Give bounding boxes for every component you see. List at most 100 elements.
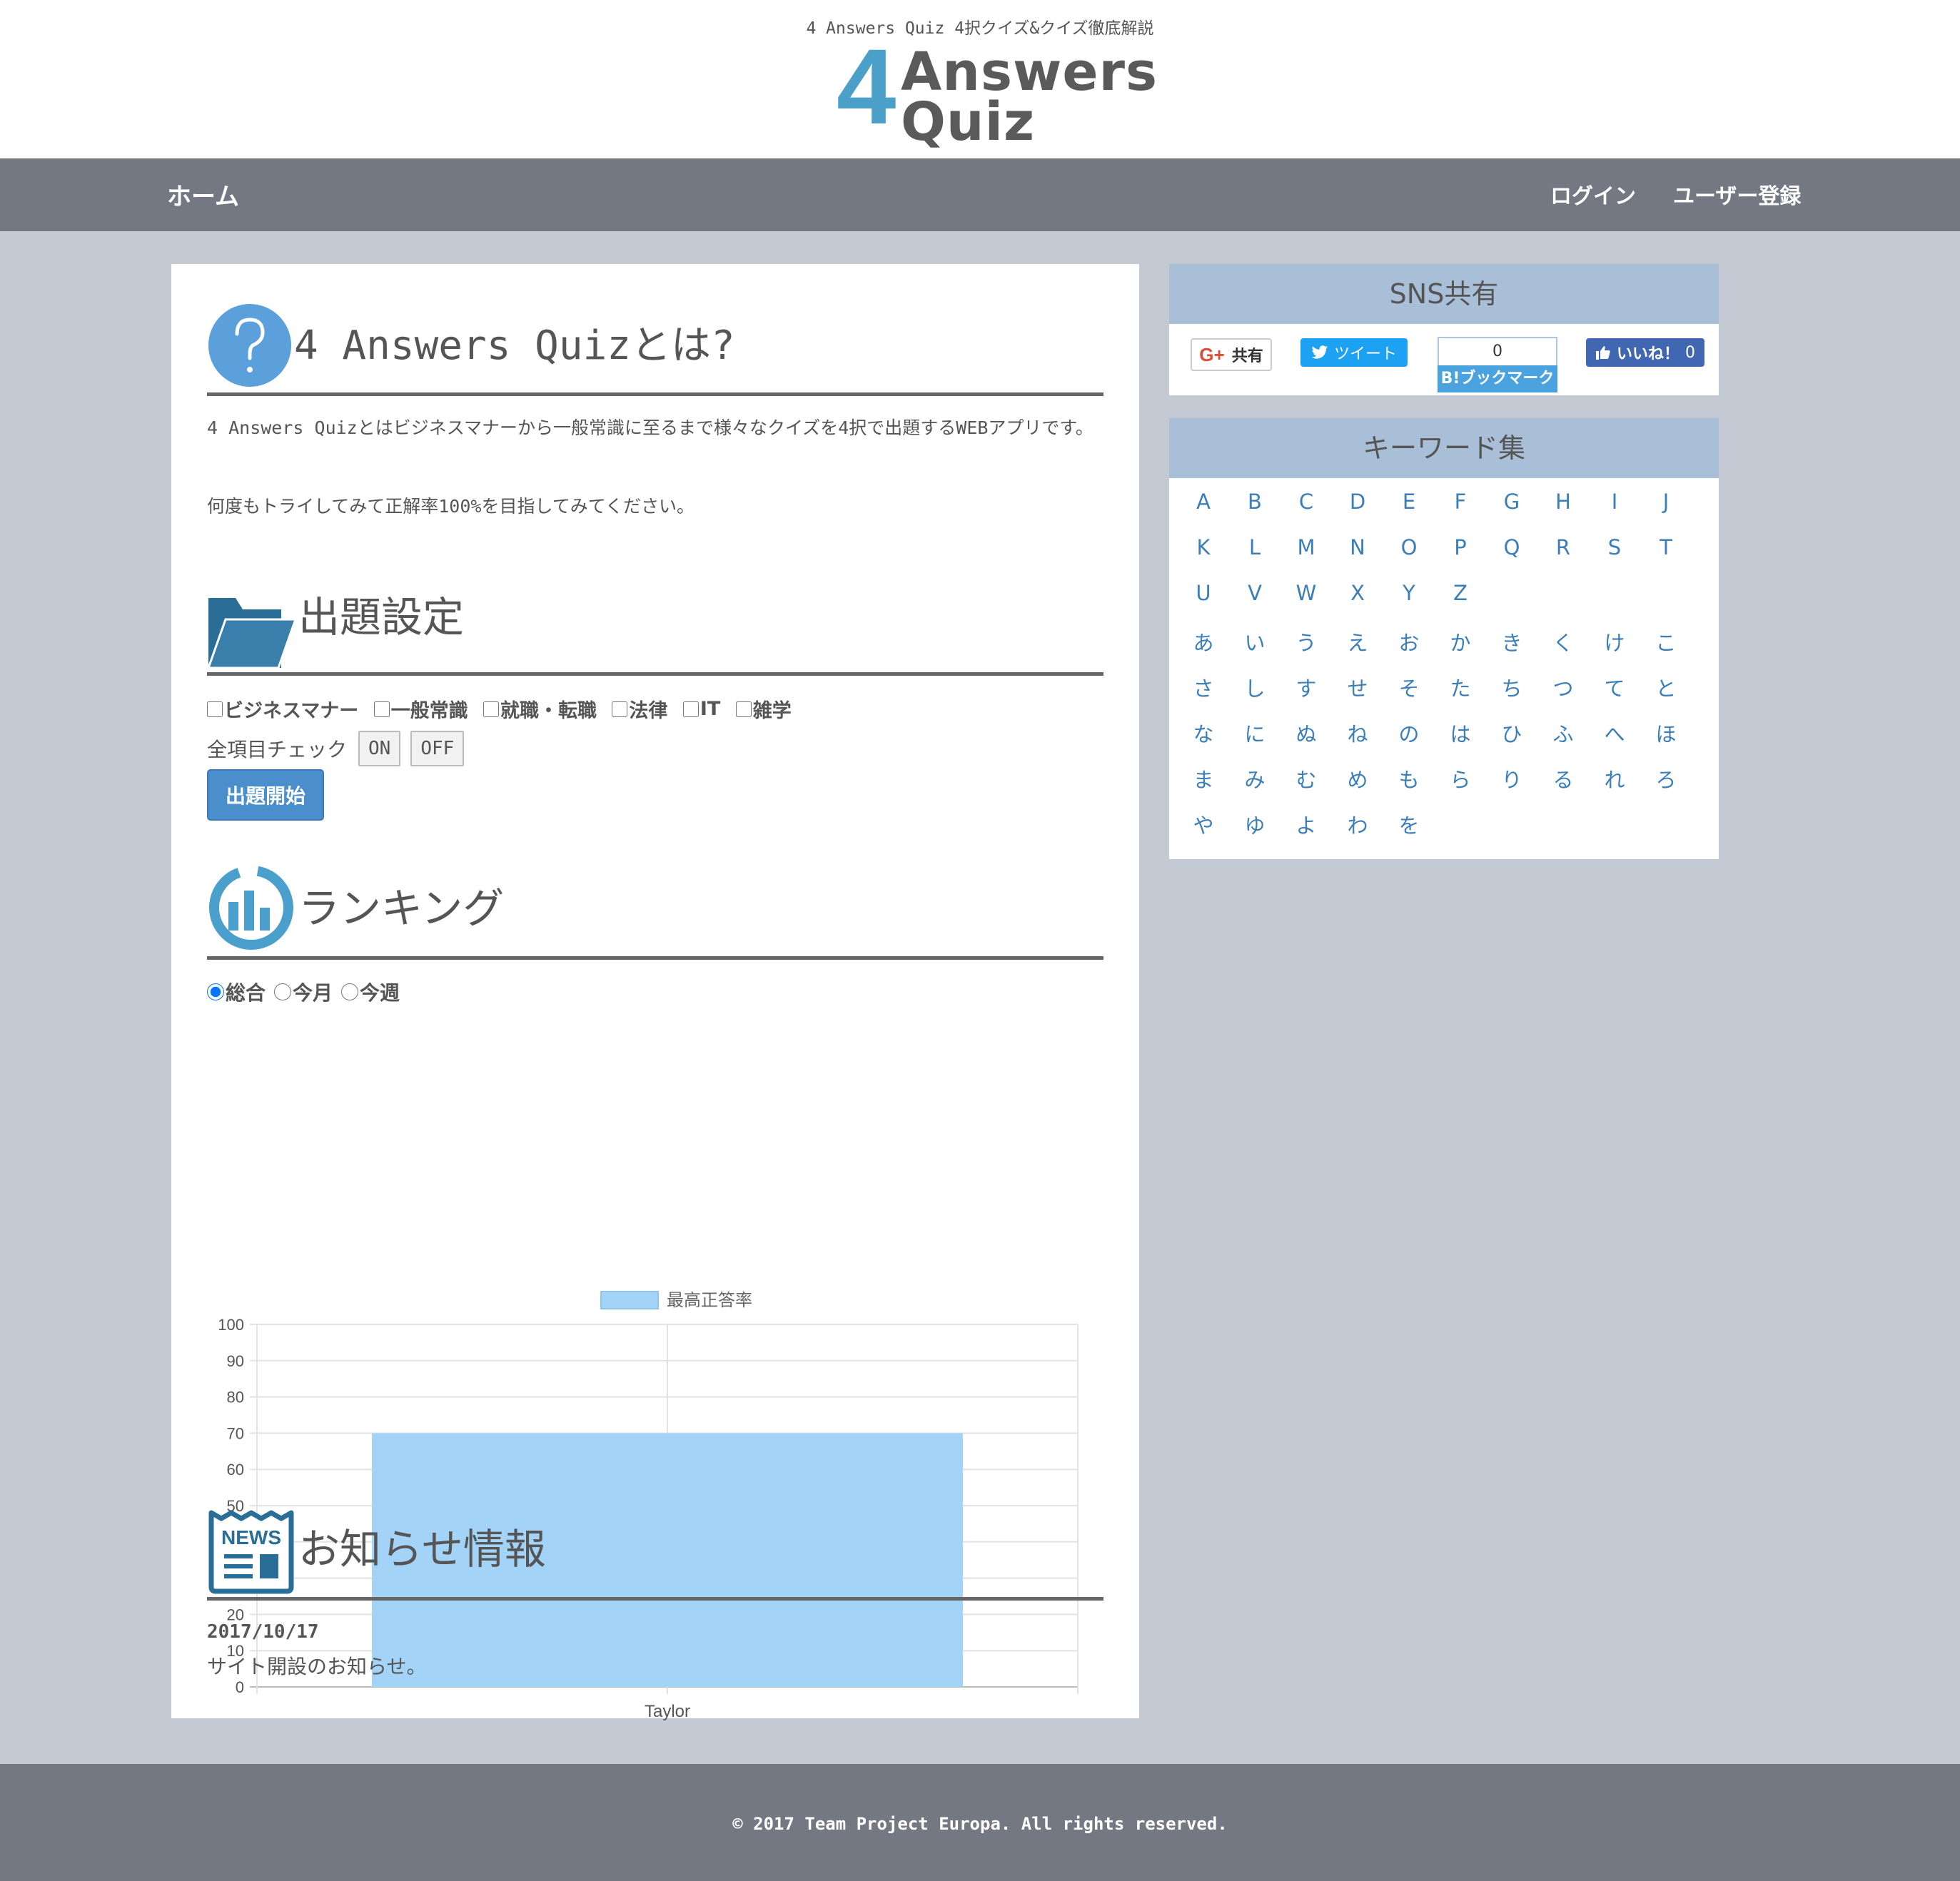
keyword-link[interactable]: え <box>1336 627 1379 656</box>
hatena-bookmark-button[interactable]: 0 B!ブックマーク <box>1438 337 1557 394</box>
keyword-link[interactable]: ふ <box>1542 718 1585 748</box>
keyword-link[interactable]: Y <box>1388 581 1430 605</box>
category-general-knowledge[interactable]: 一般常識 <box>373 695 468 723</box>
keyword-link[interactable]: B <box>1233 490 1276 514</box>
category-it[interactable]: IT <box>682 698 720 720</box>
keyword-link[interactable]: U <box>1182 581 1225 605</box>
keyword-link[interactable]: す <box>1285 672 1328 702</box>
keyword-link[interactable]: R <box>1542 535 1585 559</box>
keyword-link[interactable]: S <box>1593 535 1636 559</box>
keyword-link[interactable]: Z <box>1439 581 1482 605</box>
keyword-link[interactable]: ぬ <box>1285 718 1328 748</box>
keyword-link[interactable]: あ <box>1182 627 1225 656</box>
keyword-link[interactable]: み <box>1233 764 1276 794</box>
keyword-link[interactable]: ゆ <box>1233 809 1276 839</box>
category-checkbox[interactable] <box>682 701 699 717</box>
keyword-link[interactable]: P <box>1439 535 1482 559</box>
keyword-link[interactable]: ら <box>1439 764 1482 794</box>
keyword-link[interactable]: G <box>1490 490 1533 514</box>
period-radio[interactable] <box>207 983 224 1000</box>
keyword-link[interactable]: E <box>1388 490 1430 514</box>
keyword-link[interactable]: ね <box>1336 718 1379 748</box>
keyword-link[interactable]: ほ <box>1645 718 1687 748</box>
keyword-link[interactable]: を <box>1388 809 1430 839</box>
keyword-link[interactable]: ひ <box>1490 718 1533 748</box>
keyword-link[interactable]: T <box>1645 535 1687 559</box>
keyword-link[interactable]: つ <box>1542 672 1585 702</box>
nav-login-link[interactable]: ログイン <box>1550 178 1636 210</box>
category-law[interactable]: 法律 <box>612 695 667 723</box>
keyword-link[interactable]: よ <box>1285 809 1328 839</box>
keyword-link[interactable]: I <box>1593 490 1636 514</box>
keyword-link[interactable]: む <box>1285 764 1328 794</box>
category-checkbox[interactable] <box>735 701 752 717</box>
keyword-link[interactable]: く <box>1542 627 1585 656</box>
keyword-link[interactable]: Q <box>1490 535 1533 559</box>
keyword-link[interactable]: ろ <box>1645 764 1687 794</box>
keyword-link[interactable]: な <box>1182 718 1225 748</box>
keyword-link[interactable]: る <box>1542 764 1585 794</box>
period-this-month[interactable]: 今月 <box>274 978 333 1006</box>
site-logo[interactable]: 4 Answers Quiz <box>837 33 1157 148</box>
keyword-link[interactable]: J <box>1645 490 1687 514</box>
news-item-text[interactable]: サイト開設のお知らせ。 <box>207 1651 426 1680</box>
keyword-link[interactable]: H <box>1542 490 1585 514</box>
category-checkbox[interactable] <box>483 701 500 717</box>
facebook-like-button[interactable]: いいね！ 0 <box>1586 338 1704 367</box>
keyword-link[interactable]: か <box>1439 627 1482 656</box>
check-all-on-button[interactable]: ON <box>358 731 401 766</box>
keyword-link[interactable]: せ <box>1336 672 1379 702</box>
keyword-link[interactable]: L <box>1233 535 1276 559</box>
tweet-button[interactable]: ツイート <box>1300 338 1408 367</box>
keyword-link[interactable]: C <box>1285 490 1328 514</box>
keyword-link[interactable]: N <box>1336 535 1379 559</box>
period-this-week[interactable]: 今週 <box>341 978 400 1006</box>
keyword-link[interactable]: に <box>1233 718 1276 748</box>
keyword-link[interactable]: K <box>1182 535 1225 559</box>
category-employment[interactable]: 就職・転職 <box>483 695 597 723</box>
keyword-link[interactable]: と <box>1645 672 1687 702</box>
keyword-link[interactable]: て <box>1593 672 1636 702</box>
keyword-link[interactable]: は <box>1439 718 1482 748</box>
keyword-link[interactable]: め <box>1336 764 1379 794</box>
keyword-link[interactable]: O <box>1388 535 1430 559</box>
keyword-link[interactable]: い <box>1233 627 1276 656</box>
keyword-link[interactable]: へ <box>1593 718 1636 748</box>
category-trivia[interactable]: 雑学 <box>735 695 792 723</box>
keyword-link[interactable]: D <box>1336 490 1379 514</box>
keyword-link[interactable]: ま <box>1182 764 1225 794</box>
keyword-link[interactable]: お <box>1388 627 1430 656</box>
keyword-link[interactable]: き <box>1490 627 1533 656</box>
keyword-link[interactable]: し <box>1233 672 1276 702</box>
period-radio[interactable] <box>274 983 292 1000</box>
google-plus-share-button[interactable]: G+ 共有 <box>1191 338 1272 371</box>
keyword-link[interactable]: X <box>1336 581 1379 605</box>
nav-register-link[interactable]: ユーザー登録 <box>1673 178 1801 210</box>
keyword-link[interactable]: も <box>1388 764 1430 794</box>
keyword-link[interactable]: け <box>1593 627 1636 656</box>
check-all-off-button[interactable]: OFF <box>410 731 465 766</box>
start-quiz-button[interactable]: 出題開始 <box>207 769 324 821</box>
keyword-link[interactable]: や <box>1182 809 1225 839</box>
keyword-link[interactable]: M <box>1285 535 1328 559</box>
keyword-link[interactable]: り <box>1490 764 1533 794</box>
keyword-link[interactable]: わ <box>1336 809 1379 839</box>
keyword-link[interactable]: F <box>1439 490 1482 514</box>
keyword-link[interactable]: た <box>1439 672 1482 702</box>
category-checkbox[interactable] <box>612 701 628 717</box>
keyword-link[interactable]: そ <box>1388 672 1430 702</box>
nav-home-link[interactable]: ホーム <box>167 177 239 212</box>
keyword-link[interactable]: ち <box>1490 672 1533 702</box>
category-checkbox[interactable] <box>373 701 390 717</box>
keyword-link[interactable]: れ <box>1593 764 1636 794</box>
keyword-link[interactable]: の <box>1388 718 1430 748</box>
period-radio[interactable] <box>341 983 359 1000</box>
category-business-manner[interactable]: ビジネスマナー <box>207 695 358 723</box>
keyword-link[interactable]: V <box>1233 581 1276 605</box>
keyword-link[interactable]: こ <box>1645 627 1687 656</box>
category-checkbox[interactable] <box>207 701 223 717</box>
keyword-link[interactable]: さ <box>1182 672 1225 702</box>
keyword-link[interactable]: A <box>1182 490 1225 514</box>
keyword-link[interactable]: う <box>1285 627 1328 656</box>
period-overall[interactable]: 総合 <box>207 978 266 1006</box>
